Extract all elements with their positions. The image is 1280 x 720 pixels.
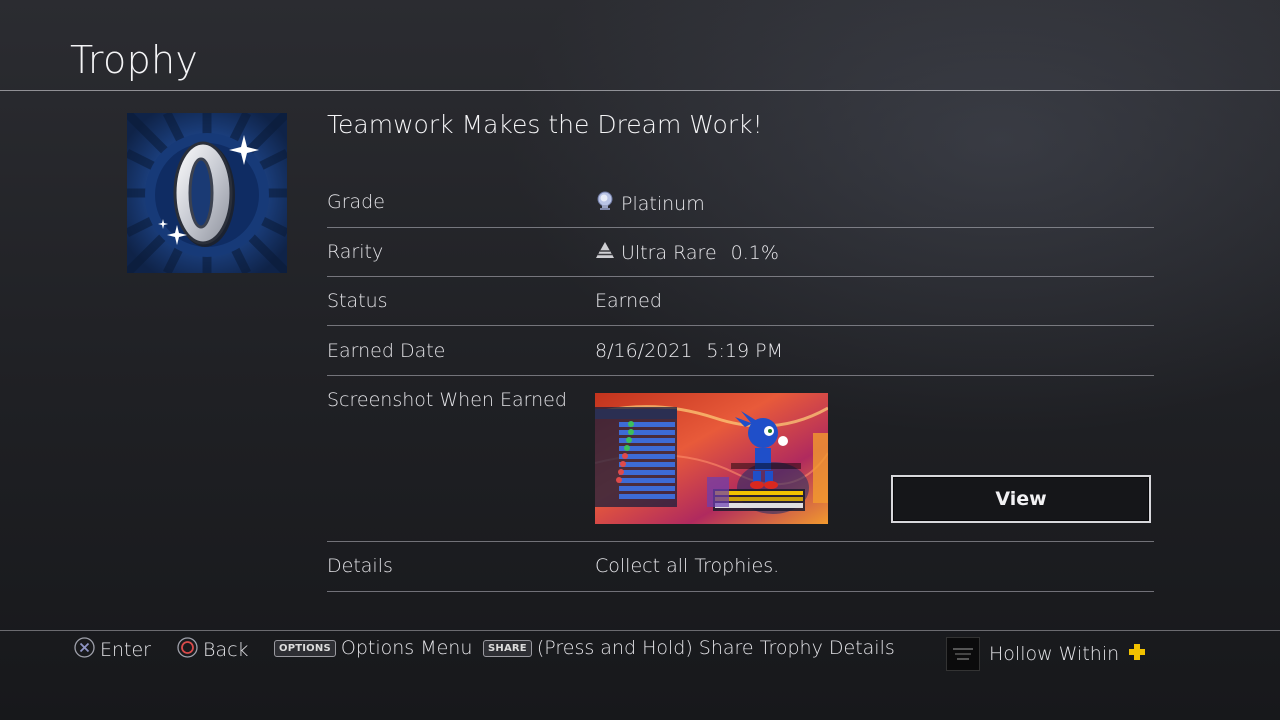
platinum-trophy-icon [595,191,615,216]
back-hint[interactable]: Back [177,637,249,663]
row-divider [327,325,1154,326]
ps-plus-icon [1128,643,1146,666]
earned-time: 5:19 PM [706,340,783,362]
row-divider [327,375,1154,376]
status-label: Status [327,290,388,312]
cross-button-icon [74,637,95,663]
avatar [946,637,980,671]
row-divider [327,227,1154,228]
share-hint[interactable]: SHARE (Press and Hold) Share Trophy Deta… [483,637,895,659]
rarity-percent: 0.1% [730,241,779,264]
circle-button-icon [177,637,198,663]
rarity-value-group: Ultra Rare 0.1% [595,241,779,264]
screenshot-thumbnail[interactable] [595,393,828,524]
trophy-image [123,109,291,277]
rarity-pyramid-icon [595,241,615,264]
grade-label: Grade [327,191,385,213]
username: Hollow Within [989,643,1120,665]
view-screenshot-button[interactable]: View [891,475,1151,523]
enter-label: Enter [100,639,151,661]
back-label: Back [203,639,249,661]
row-divider [327,276,1154,277]
page-title: Trophy [70,38,199,82]
footer-divider [0,630,1280,631]
screenshot-label: Screenshot When Earned [327,389,567,411]
earned-date: 8/16/2021 [595,340,693,362]
options-button-chip: OPTIONS [274,639,336,657]
options-hint[interactable]: OPTIONS Options Menu [274,637,472,659]
share-label: (Press and Hold) Share Trophy Details [536,637,895,659]
share-button-chip: SHARE [483,639,532,657]
details-value: Collect all Trophies. [595,555,780,577]
options-label: Options Menu [340,637,473,659]
rarity-label: Rarity [327,241,384,263]
row-divider [327,541,1154,542]
row-divider [327,591,1154,592]
earned-date-label: Earned Date [327,340,446,362]
rarity-value: Ultra Rare [621,241,717,264]
grade-value: Platinum [621,192,705,215]
status-value: Earned [595,290,662,312]
user-info[interactable]: Hollow Within [946,637,1146,671]
earned-date-value: 8/16/2021 5:19 PM [595,340,783,362]
header-divider [0,90,1280,91]
enter-hint[interactable]: Enter [74,637,151,663]
trophy-name: Teamwork Makes the Dream Work! [327,110,763,139]
grade-value-group: Platinum [595,191,705,216]
details-label: Details [327,555,393,577]
